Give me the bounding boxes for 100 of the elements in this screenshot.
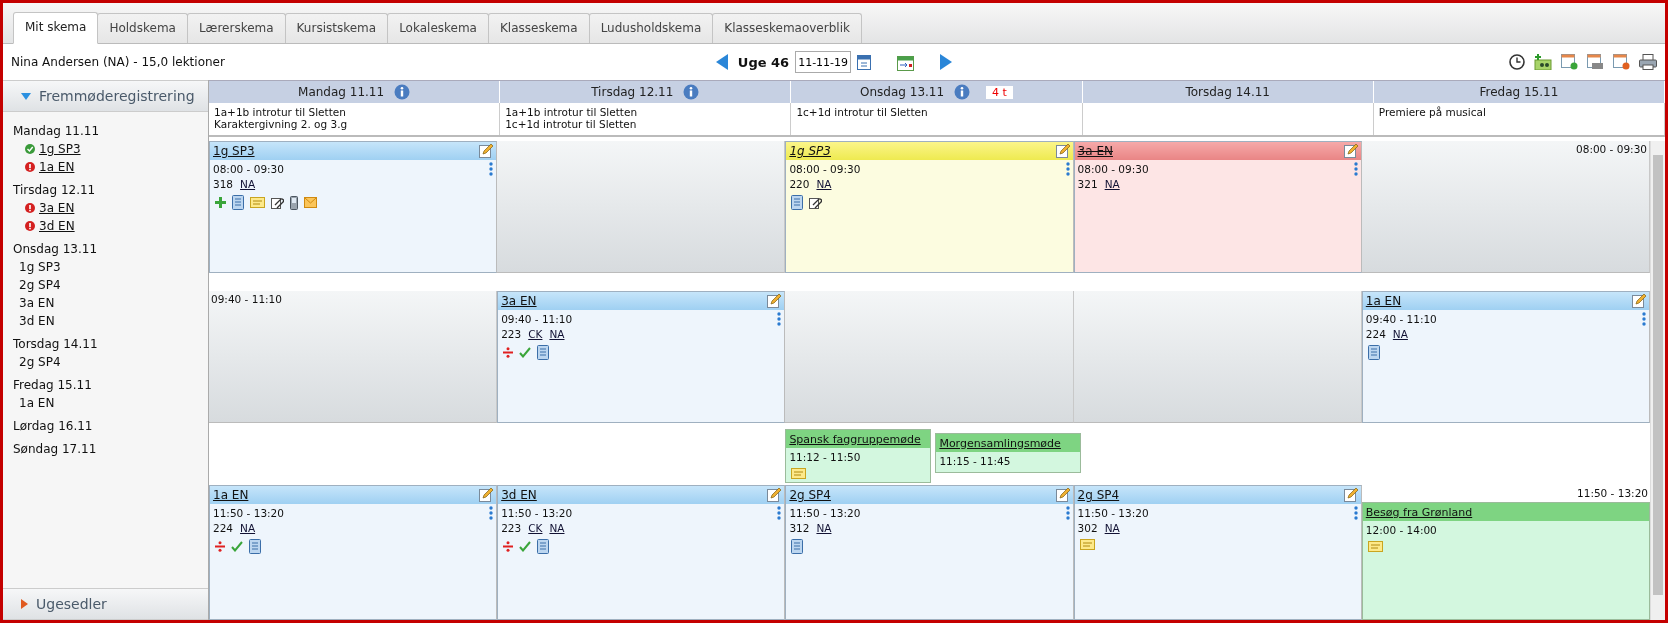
teacher-link[interactable]: NA (816, 177, 832, 192)
more-icon[interactable] (1353, 506, 1358, 520)
tab[interactable]: Klasseskemaoverblik (712, 13, 862, 43)
lesson-card[interactable]: 1a EN 09:40 - 11:10 224 NA (1361, 291, 1650, 423)
info-icon[interactable] (394, 84, 411, 100)
lesson-title[interactable]: 3a EN (1077, 144, 1113, 158)
meeting-card[interactable]: Morgensamlingsmøde 11:15 - 11:45 (935, 433, 1082, 473)
room-number: 312 (789, 521, 810, 536)
teacher-link[interactable]: NA (1104, 177, 1120, 192)
lesson-card[interactable]: 2g SP4 11:50 - 13:20 312 NA (785, 485, 1074, 620)
day-note: 1a+1b introtur til Sletten (505, 106, 639, 118)
room-number: 318 (213, 177, 234, 192)
time-label: 11:50 - 13:20 (1576, 486, 1649, 501)
teacher-link[interactable]: NA (549, 521, 565, 536)
teacher-link[interactable]: NA (1104, 521, 1120, 536)
edit-icon[interactable] (1632, 294, 1646, 308)
edit-icon[interactable] (1343, 488, 1358, 502)
class-label: 3a EN (19, 295, 55, 312)
expand-icon[interactable] (21, 92, 31, 100)
edit-icon[interactable] (767, 294, 782, 308)
meeting-time: 11:12 - 11:50 (789, 450, 861, 465)
teacher-link[interactable]: CK (528, 327, 543, 342)
class-link[interactable]: 3d EN (39, 217, 75, 235)
teacher-link[interactable]: NA (816, 521, 832, 536)
clock-icon[interactable] (1509, 54, 1525, 70)
event-card[interactable]: Besøg fra Grønland 12:00 - 14:00 (1361, 502, 1650, 620)
meeting-card[interactable]: Spansk faggruppemøde 11:12 - 11:50 (785, 429, 932, 483)
edit-icon[interactable] (1343, 144, 1358, 158)
lesson-card[interactable]: 3a EN 09:40 - 11:10 223 CK NA (497, 291, 786, 423)
info-icon[interactable] (683, 84, 700, 100)
day-note: 1a+1b introtur til Sletten (214, 106, 347, 118)
printer-icon[interactable] (1639, 54, 1657, 70)
class-link[interactable]: 1g SP3 (39, 140, 81, 158)
more-icon[interactable] (1353, 162, 1358, 176)
more-icon[interactable] (777, 506, 782, 520)
teacher-link[interactable]: NA (549, 327, 565, 342)
lesson-title[interactable]: 1a EN (213, 488, 249, 502)
edit-icon[interactable] (1055, 488, 1070, 502)
day-note: 1c+1d introtur til Sletten (796, 106, 929, 118)
lesson-title[interactable]: 1g SP3 (213, 144, 255, 158)
teacher-link[interactable]: NA (240, 521, 256, 536)
lesson-time: 11:50 - 13:20 (1077, 506, 1149, 521)
teacher-link[interactable]: NA (240, 177, 256, 192)
tab[interactable]: Mit skema (13, 12, 99, 44)
more-icon[interactable] (489, 506, 494, 520)
section-title[interactable]: Ugesedler (36, 596, 107, 612)
room-number: 223 (501, 521, 522, 536)
calendar-add-icon[interactable] (1561, 54, 1578, 70)
lesson-card[interactable]: 2g SP4 11:50 - 13:20 302 NA (1073, 485, 1362, 620)
more-icon[interactable] (777, 312, 782, 326)
more-icon[interactable] (1642, 312, 1646, 326)
envelope-icon (304, 197, 317, 208)
add-group-icon[interactable] (1534, 54, 1552, 70)
document-icon (1367, 345, 1380, 360)
edit-icon[interactable] (479, 488, 494, 502)
document-icon (791, 195, 804, 210)
class-label: 2g SP4 (19, 354, 61, 371)
divide-icon (215, 541, 225, 552)
warning-icon (25, 162, 35, 172)
previous-week-icon[interactable] (715, 54, 728, 70)
lesson-card[interactable]: 3a EN 08:00 - 09:30 321 NA (1073, 141, 1362, 273)
lesson-time: 11:50 - 13:20 (501, 506, 573, 521)
edit-icon[interactable] (1055, 144, 1070, 158)
lesson-time: 11:50 - 13:20 (789, 506, 861, 521)
calendar-remove-icon[interactable] (1613, 54, 1630, 70)
room-number: 321 (1077, 177, 1098, 192)
lesson-title[interactable]: 1g SP3 (789, 144, 831, 158)
calendar-print-icon[interactable] (1587, 54, 1604, 70)
calendar-icon[interactable] (857, 54, 872, 70)
scrollbar[interactable] (1650, 141, 1665, 620)
more-icon[interactable] (1065, 162, 1070, 176)
day-title: Onsdag 13.11 (860, 85, 945, 99)
class-link[interactable]: 3a EN (39, 199, 75, 217)
day-title: Torsdag 14.11 (1185, 85, 1270, 99)
lesson-title[interactable]: 2g SP4 (1077, 488, 1120, 502)
lesson-title[interactable]: 3a EN (501, 294, 537, 308)
lesson-title[interactable]: 2g SP4 (789, 488, 831, 502)
lesson-card[interactable]: 1g SP3 08:00 - 09:30 220 NA (785, 141, 1074, 273)
day-label: Tirsdag 12.11 (13, 182, 97, 199)
next-week-icon[interactable] (940, 54, 953, 70)
lesson-card[interactable]: 1g SP3 08:00 - 09:30 318 NA (209, 141, 498, 273)
class-link[interactable]: 1a EN (39, 158, 75, 176)
date-field[interactable]: 11-11-19 (795, 51, 852, 73)
lesson-title[interactable]: 3d EN (501, 488, 537, 502)
document-icon (249, 539, 261, 554)
teacher-link[interactable]: CK (528, 521, 543, 536)
document-icon (537, 345, 550, 360)
lesson-card[interactable]: 3d EN 11:50 - 13:20 223 CK NA (497, 485, 786, 620)
lesson-title[interactable]: 1a EN (1365, 294, 1402, 308)
lesson-time: 08:00 - 09:30 (1077, 162, 1149, 177)
teacher-link[interactable]: NA (1392, 327, 1408, 342)
more-icon[interactable] (489, 162, 494, 176)
info-icon[interactable] (954, 84, 971, 100)
more-icon[interactable] (1065, 506, 1070, 520)
day-label: Søndag 17.11 (13, 441, 98, 458)
edit-icon[interactable] (479, 144, 494, 158)
edit-icon[interactable] (767, 488, 782, 502)
collapse-icon[interactable] (21, 599, 28, 609)
note-icon (791, 468, 807, 479)
lesson-card[interactable]: 1a EN 11:50 - 13:20 224 NA (209, 485, 498, 620)
